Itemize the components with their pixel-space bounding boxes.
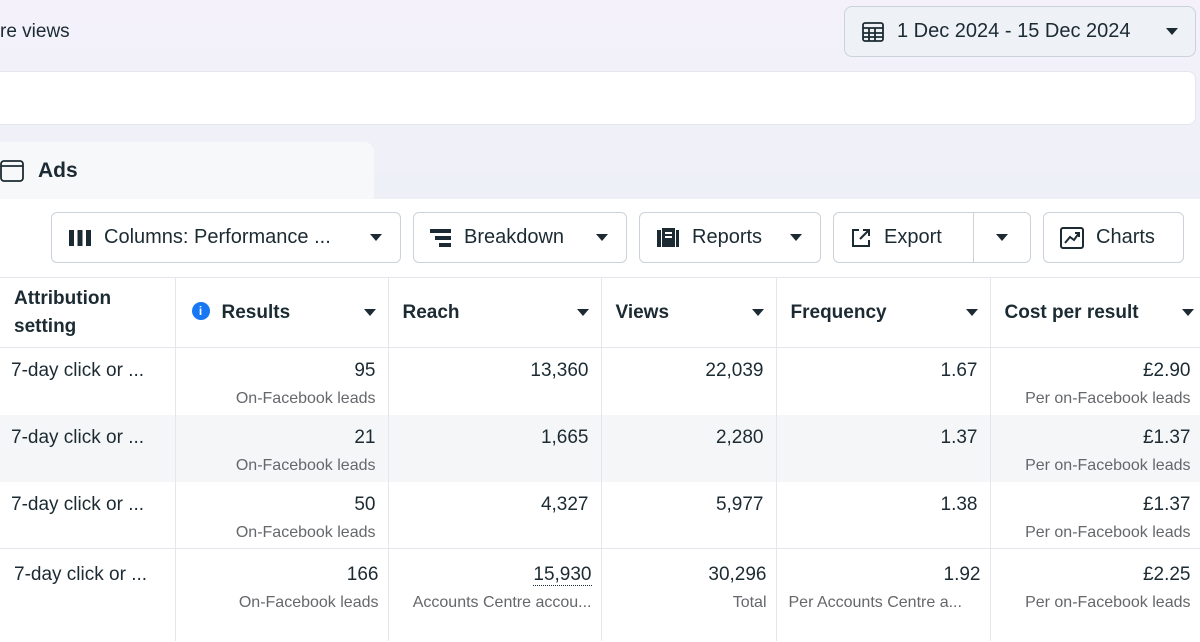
chevron-down-icon bbox=[996, 233, 1008, 241]
breakdown-label: Breakdown bbox=[464, 226, 565, 248]
cell-views: 22,039 bbox=[601, 347, 777, 415]
sort-caret-icon bbox=[576, 308, 589, 316]
cell-cost: £2.90 Per on-Facebook leads bbox=[990, 347, 1200, 415]
cell-frequency: 1.37 bbox=[776, 414, 991, 482]
cell-reach: 1,665 bbox=[388, 414, 602, 482]
export-dropdown-button[interactable] bbox=[974, 213, 1030, 262]
header-frequency[interactable]: Frequency bbox=[776, 277, 991, 348]
cell-results: 95 On-Facebook leads bbox=[175, 347, 389, 415]
table-header-row: Attribution setting i Results Reach Views… bbox=[0, 277, 1200, 348]
sort-caret-icon bbox=[751, 308, 764, 316]
date-range-picker[interactable]: 1 Dec 2024 - 15 Dec 2024 bbox=[844, 6, 1196, 57]
info-icon[interactable]: i bbox=[191, 301, 210, 320]
cell-attribution: 7-day click or ... bbox=[0, 548, 176, 641]
cell-cost: £2.25 Per on-Facebook leads bbox=[990, 548, 1200, 641]
tab-ads-label: Ads bbox=[38, 159, 78, 182]
date-range-label: 1 Dec 2024 - 15 Dec 2024 bbox=[897, 20, 1131, 42]
cell-views: 2,280 bbox=[601, 414, 777, 482]
cell-cost: £1.37 Per on-Facebook leads bbox=[990, 481, 1200, 549]
table-total-row: 7-day click or ... 166 On-Facebook leads … bbox=[0, 548, 1200, 641]
sort-caret-icon bbox=[1181, 308, 1194, 316]
columns-icon bbox=[69, 229, 91, 246]
chevron-down-icon bbox=[790, 233, 802, 241]
chevron-down-icon bbox=[1166, 27, 1178, 35]
breakdown-icon bbox=[430, 228, 451, 247]
export-button-group: Export bbox=[833, 212, 1031, 263]
calendar-icon bbox=[862, 21, 884, 42]
chart-icon bbox=[1060, 226, 1084, 249]
header-results[interactable]: i Results bbox=[175, 277, 389, 348]
external-link-icon bbox=[852, 228, 870, 247]
sort-caret-icon bbox=[965, 308, 978, 316]
cell-frequency: 1.92 Per Accounts Centre a... bbox=[776, 548, 991, 641]
export-button[interactable]: Export bbox=[834, 213, 974, 262]
table-row[interactable]: 7-day click or ... 21 On-Facebook leads 1… bbox=[0, 414, 1200, 482]
cell-attribution: 7-day click or ... bbox=[0, 414, 176, 482]
cell-reach: 4,327 bbox=[388, 481, 602, 549]
cell-views: 30,296 Total bbox=[601, 548, 777, 641]
ads-table: Attribution setting i Results Reach Views… bbox=[0, 277, 1200, 641]
cell-attribution: 7-day click or ... bbox=[0, 347, 176, 415]
sort-caret-icon bbox=[363, 308, 376, 316]
reports-icon bbox=[657, 227, 679, 247]
cell-results: 166 On-Facebook leads bbox=[175, 548, 389, 641]
cell-frequency: 1.67 bbox=[776, 347, 991, 415]
cell-cost: £1.37 Per on-Facebook leads bbox=[990, 414, 1200, 482]
header-views[interactable]: Views bbox=[601, 277, 777, 348]
cell-results: 50 On-Facebook leads bbox=[175, 481, 389, 549]
header-attribution[interactable]: Attribution setting bbox=[0, 277, 176, 348]
cell-attribution: 7-day click or ... bbox=[0, 481, 176, 549]
columns-label: Columns: Performance ... bbox=[104, 226, 331, 248]
header-reach[interactable]: Reach bbox=[388, 277, 602, 348]
cell-reach: 13,360 bbox=[388, 347, 602, 415]
tab-ads[interactable]: Ads bbox=[0, 142, 374, 200]
page-subtitle: re views bbox=[0, 21, 70, 42]
header-cost-per-result[interactable]: Cost per result bbox=[990, 277, 1200, 348]
chevron-down-icon bbox=[596, 233, 608, 241]
ad-window-icon bbox=[0, 160, 24, 182]
columns-button[interactable]: Columns: Performance ... bbox=[51, 212, 401, 263]
cell-views: 5,977 bbox=[601, 481, 777, 549]
table-row[interactable]: 7-day click or ... 95 On-Facebook leads 1… bbox=[0, 347, 1200, 415]
reports-button[interactable]: Reports bbox=[639, 212, 821, 263]
charts-label: Charts bbox=[1096, 226, 1155, 248]
breakdown-button[interactable]: Breakdown bbox=[413, 212, 627, 263]
reports-label: Reports bbox=[692, 226, 763, 248]
ads-table-panel: Columns: Performance ... Breakdown Repor… bbox=[0, 199, 1200, 642]
cell-results: 21 On-Facebook leads bbox=[175, 414, 389, 482]
cell-reach[interactable]: 15,930 Accounts Centre accou... bbox=[388, 548, 602, 641]
filter-search-bar[interactable] bbox=[0, 71, 1196, 125]
cell-frequency: 1.38 bbox=[776, 481, 991, 549]
charts-button[interactable]: Charts bbox=[1043, 212, 1184, 263]
chevron-down-icon bbox=[370, 233, 382, 241]
export-label: Export bbox=[884, 226, 942, 248]
table-row[interactable]: 7-day click or ... 50 On-Facebook leads 4… bbox=[0, 481, 1200, 549]
